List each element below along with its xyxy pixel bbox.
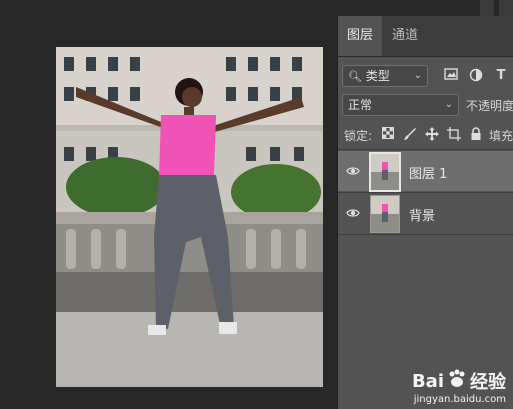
layer-name: 背景 <box>409 209 436 224</box>
lock-position-icon[interactable] <box>424 127 440 143</box>
filter-kind-select[interactable]: 🔍︎ 类型 ⌄ <box>342 65 428 87</box>
blend-row: 正常 ⌄ 不透明度 <box>338 94 513 118</box>
layers-panel: 图层 通道 🔍︎ 类型 ⌄ T 正常 ⌄ 不透明度 锁定: 填充 图层 1 背景… <box>337 16 513 409</box>
canvas-area[interactable] <box>0 0 337 409</box>
layer-name: 图层 1 <box>409 167 448 182</box>
adjustment-filter-icon[interactable] <box>468 68 484 84</box>
watermark-url: jingyan.baidu.com <box>413 394 506 405</box>
watermark-brand: Bai <box>411 370 444 392</box>
visibility-eye-icon[interactable] <box>346 164 360 178</box>
image-filter-icon[interactable] <box>443 68 459 84</box>
watermark-brand-cn: 经验 <box>470 372 506 393</box>
lock-image-pixels-icon[interactable] <box>402 127 418 143</box>
blend-mode-label: 正常 <box>348 98 373 112</box>
panel-collapse-tab[interactable] <box>499 0 513 16</box>
top-strip <box>337 0 513 16</box>
blend-mode-select[interactable]: 正常 ⌄ <box>342 94 459 116</box>
fill-label: 填充 <box>489 129 513 143</box>
divider <box>338 149 513 150</box>
jumping-woman-photo <box>56 47 323 387</box>
filter-row: 🔍︎ 类型 ⌄ T <box>338 64 513 88</box>
layer-thumbnail <box>369 152 401 192</box>
lock-label: 锁定: <box>344 129 373 143</box>
tab-layers[interactable]: 图层 <box>338 16 383 56</box>
filter-kind-label: 类型 <box>365 69 390 83</box>
chevron-down-icon: ⌄ <box>413 70 422 81</box>
tab-channels[interactable]: 通道 <box>383 16 427 56</box>
paw-icon <box>446 369 468 394</box>
opacity-label: 不透明度 <box>466 99 513 113</box>
baidu-jingyan-watermark: Bai 经验 jingyan.baidu.com <box>412 368 506 405</box>
type-filter-icon[interactable]: T <box>493 68 509 84</box>
visibility-eye-icon[interactable] <box>346 206 360 220</box>
divider <box>338 234 513 235</box>
panel-collapse-tab[interactable] <box>480 0 494 16</box>
lock-all-icon[interactable] <box>468 127 484 143</box>
layer-row-layer1[interactable]: 图层 1 <box>338 151 513 192</box>
lock-artboard-icon[interactable] <box>446 127 462 143</box>
panel-tabs: 图层 通道 <box>338 16 513 57</box>
layer-thumbnail <box>370 195 400 233</box>
chevron-down-icon: ⌄ <box>444 99 453 110</box>
lock-transparent-pixels-icon[interactable] <box>380 127 396 143</box>
search-icon: 🔍︎ <box>348 70 362 83</box>
document-image[interactable] <box>56 47 323 387</box>
lock-row: 锁定: 填充 <box>338 124 513 146</box>
layer-row-background[interactable]: 背景 <box>338 193 513 233</box>
